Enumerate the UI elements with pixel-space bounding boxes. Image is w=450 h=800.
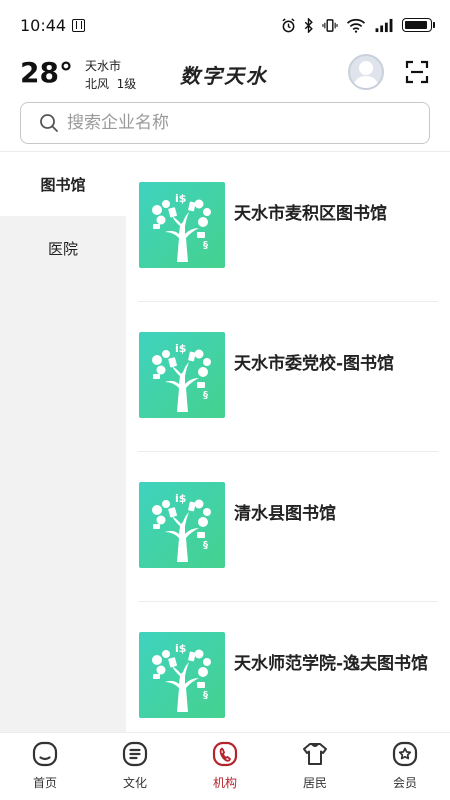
- search-bar[interactable]: [20, 102, 430, 144]
- svg-text:§: §: [203, 690, 208, 701]
- library-thumbnail: i$ §: [139, 182, 225, 268]
- search-input[interactable]: [67, 113, 387, 133]
- svg-text:§: §: [203, 240, 208, 251]
- nav-item-resident[interactable]: 居民: [270, 733, 360, 800]
- home-icon: [32, 741, 58, 767]
- library-thumbnail: i$ §: [139, 482, 225, 568]
- battery-icon: [402, 18, 435, 32]
- status-time: 10:44: [20, 15, 67, 35]
- scan-button[interactable]: [405, 60, 429, 84]
- avatar[interactable]: [348, 54, 384, 90]
- user-icon: [353, 61, 379, 88]
- temperature: 28°: [20, 56, 73, 89]
- list-item-title: 天水市麦积区图书馆: [234, 204, 387, 224]
- svg-text:§: §: [203, 390, 208, 401]
- vibrate-icon: [322, 18, 338, 32]
- app-title: 数字天水: [180, 64, 268, 88]
- tree-logo-icon: i$ §: [152, 192, 211, 262]
- tree-logo-icon: i$ §: [152, 492, 211, 562]
- nav-item-home[interactable]: 首页: [0, 733, 90, 800]
- svg-text:i$: i$: [175, 492, 186, 505]
- bluetooth-icon: [304, 17, 313, 33]
- nav-label: 首页: [32, 776, 57, 790]
- institution-list: i$ § 天水市麦积区图书馆 i$ § 天水市委党校-图书馆 i$ § 清水县图书馆 …: [126, 152, 450, 732]
- header: 28° 天水市 北风 1级 数字天水: [0, 50, 450, 100]
- weather-widget[interactable]: 28° 天水市 北风 1级: [20, 56, 136, 93]
- svg-text:i$: i$: [175, 192, 186, 205]
- list-item[interactable]: i$ § 天水市麦积区图书馆: [138, 152, 438, 302]
- alarm-icon: [282, 17, 295, 32]
- search-icon: [40, 114, 58, 132]
- institution-icon: [212, 741, 238, 767]
- status-icons: [281, 17, 435, 33]
- nav-item-institution[interactable]: 机构: [180, 733, 270, 800]
- signal-icon: [375, 18, 393, 32]
- category-sidebar: 图书馆 医院: [0, 152, 126, 732]
- weather-city: 天水市: [84, 59, 121, 73]
- nav-label: 文化: [122, 776, 147, 790]
- library-thumbnail: i$ §: [139, 632, 225, 718]
- list-item[interactable]: i$ § 清水县图书馆: [138, 452, 438, 602]
- resident-icon: [303, 743, 327, 765]
- nav-label: 机构: [212, 776, 237, 790]
- nav-label: 居民: [302, 776, 327, 790]
- weather-info: 天水市 北风 1级: [85, 57, 136, 93]
- nav-item-culture[interactable]: 文化: [90, 733, 180, 800]
- list-item-title: 天水市委党校-图书馆: [234, 354, 395, 374]
- svg-text:i$: i$: [175, 342, 186, 355]
- list-item[interactable]: i$ § 天水市委党校-图书馆: [138, 302, 438, 452]
- member-icon: [392, 741, 418, 767]
- tree-logo-icon: i$ §: [152, 342, 211, 412]
- nfc-icon: [72, 18, 86, 32]
- culture-icon: [122, 741, 148, 767]
- list-item[interactable]: i$ § 天水师范学院-逸夫图书馆: [138, 602, 438, 732]
- status-bar: 10:44: [0, 0, 450, 50]
- wifi-icon: [346, 18, 366, 33]
- weather-wind: 北风 1级: [84, 77, 137, 91]
- nav-label: 会员: [392, 776, 417, 790]
- list-item-title: 天水师范学院-逸夫图书馆: [234, 654, 429, 674]
- svg-text:§: §: [203, 540, 208, 551]
- scan-icon: [405, 60, 429, 84]
- list-item-title: 清水县图书馆: [234, 504, 336, 524]
- nav-item-member[interactable]: 会员: [360, 733, 450, 800]
- library-thumbnail: i$ §: [139, 332, 225, 418]
- bottom-nav: 首页 文化 机构 居民 会员: [0, 732, 450, 800]
- sidebar-item-library[interactable]: 图书馆: [0, 152, 126, 216]
- sidebar-item-hospital[interactable]: 医院: [0, 216, 126, 280]
- tree-logo-icon: i$ §: [152, 642, 211, 712]
- svg-text:i$: i$: [175, 642, 186, 655]
